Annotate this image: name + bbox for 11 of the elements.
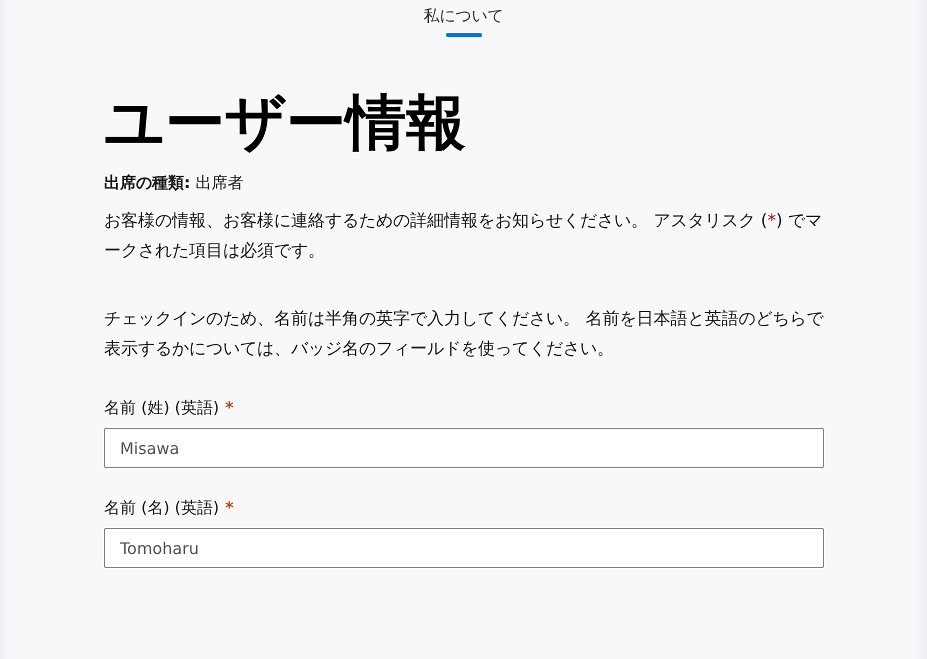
field-label: 名前 (名) (英語) [104,498,220,517]
input-field[interactable]: Misawa [104,428,824,468]
required-mark: * [225,498,234,517]
input-field[interactable]: Tomoharu [104,528,824,568]
field-label: 名前 (姓) (英語) [104,398,220,417]
intro-text: お客様の情報、お客様に連絡するための詳細情報をお知らせください。 アスタリスク (*) でマークされた項目は必須です。 [104,210,823,263]
page-heading: ユーザー情報 [104,87,467,159]
attendance-type: 出席の種類: 出席者 [104,173,244,194]
tab[interactable]: 私について [422,6,506,37]
required-mark: * [225,398,234,417]
instruction-text: チェックインのため、名前は半角の英字で入力してください。 名前を日本語と英語のどちらで表示するかについては、バッジ名のフィールドを使ってください。 [104,308,824,361]
